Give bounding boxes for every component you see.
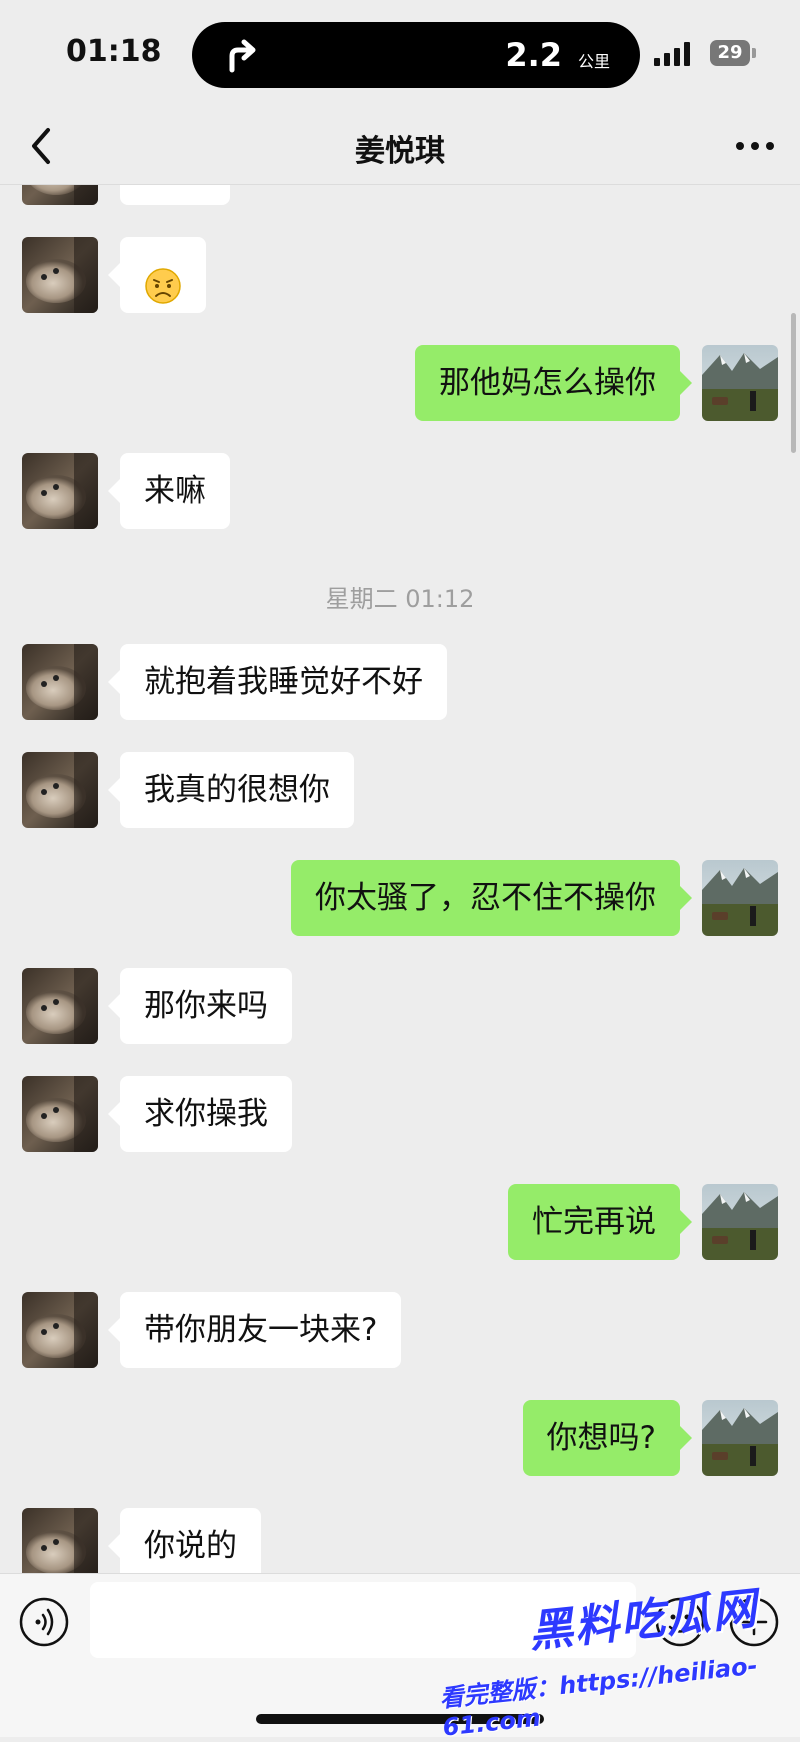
message-bubble[interactable]: 求你操我 (108, 1076, 292, 1152)
message-item: 那他妈怎么操你 (0, 345, 800, 425)
contact-avatar[interactable] (22, 1076, 98, 1152)
scrollbar[interactable] (791, 313, 796, 453)
contact-avatar[interactable] (22, 968, 98, 1044)
battery-level: 29 (717, 42, 743, 63)
message-item: 带你朋友一块来? (0, 1292, 800, 1372)
my-avatar[interactable] (702, 1400, 778, 1476)
contact-avatar[interactable] (22, 185, 98, 205)
message-bubble[interactable]: 带你朋友一块来? (107, 1292, 402, 1368)
my-avatar[interactable] (702, 1184, 778, 1260)
battery-cap (752, 48, 756, 58)
message-bubble[interactable]: 忙完再说 (508, 1184, 692, 1260)
message-item: 忙完再说 (0, 1184, 800, 1264)
more-dots-icon[interactable] (730, 126, 780, 166)
contact-avatar[interactable] (22, 752, 98, 828)
message-item: 那你来吗 (0, 968, 800, 1048)
contact-avatar[interactable] (22, 1292, 98, 1368)
page-title: 姜悦琪 (355, 134, 445, 169)
contact-avatar[interactable] (22, 1508, 98, 1573)
voice-icon[interactable] (18, 1596, 70, 1648)
message-bubble[interactable]: 你说的 (108, 1508, 261, 1573)
message-bubble[interactable]: 就抱着我睡觉好不好 (108, 644, 447, 720)
contact-avatar[interactable] (22, 237, 98, 313)
my-avatar[interactable] (702, 860, 778, 936)
my-avatar[interactable] (702, 345, 778, 421)
message-bubble[interactable]: 来嘛 (108, 453, 230, 529)
nav-distance-unit: 公里 (577, 52, 610, 71)
message-bubble[interactable]: 那你来吗 (108, 968, 292, 1044)
message-bubble[interactable] (120, 185, 230, 205)
battery-icon: 29 (710, 40, 750, 66)
message-bubble[interactable]: 我真的很想你 (108, 752, 354, 828)
message-item (0, 185, 800, 209)
message-bubble[interactable]: 你太骚了，忍不住不操你 (291, 860, 692, 936)
message-item: 你说的 (0, 1508, 800, 1573)
message-timestamp: 星期二 01:12 (325, 585, 475, 613)
message-list[interactable]: 那他妈怎么操你 来嘛 星期二 01:12 就抱着我睡觉好不好 我真的很想你 你太… (0, 185, 800, 1573)
contact-avatar[interactable] (22, 453, 98, 529)
message-bubble[interactable]: 你想吗? (522, 1400, 693, 1476)
message-item: 来嘛 (0, 453, 800, 533)
sad-face-emoji-icon (145, 268, 181, 304)
dynamic-island: 2.2 公里 (192, 22, 640, 88)
message-bubble[interactable] (108, 237, 206, 313)
message-item: 我真的很想你 (0, 752, 800, 832)
signal-icon (654, 42, 690, 66)
status-bar: 01:18 2.2 公里 29 (0, 0, 800, 108)
message-item: 就抱着我睡觉好不好 (0, 644, 800, 724)
contact-avatar[interactable] (22, 644, 98, 720)
message-bubble[interactable]: 那他妈怎么操你 (415, 345, 692, 421)
chat-header: 姜悦琪 (0, 108, 800, 185)
message-item: 你想吗? (0, 1400, 800, 1480)
message-item (0, 237, 800, 317)
message-item: 求你操我 (0, 1076, 800, 1156)
message-item: 你太骚了，忍不住不操你 (0, 860, 800, 940)
status-time: 01:18 (66, 34, 162, 69)
navigation-arrow-icon (229, 39, 256, 73)
nav-distance-value: 2.2 (505, 36, 562, 74)
